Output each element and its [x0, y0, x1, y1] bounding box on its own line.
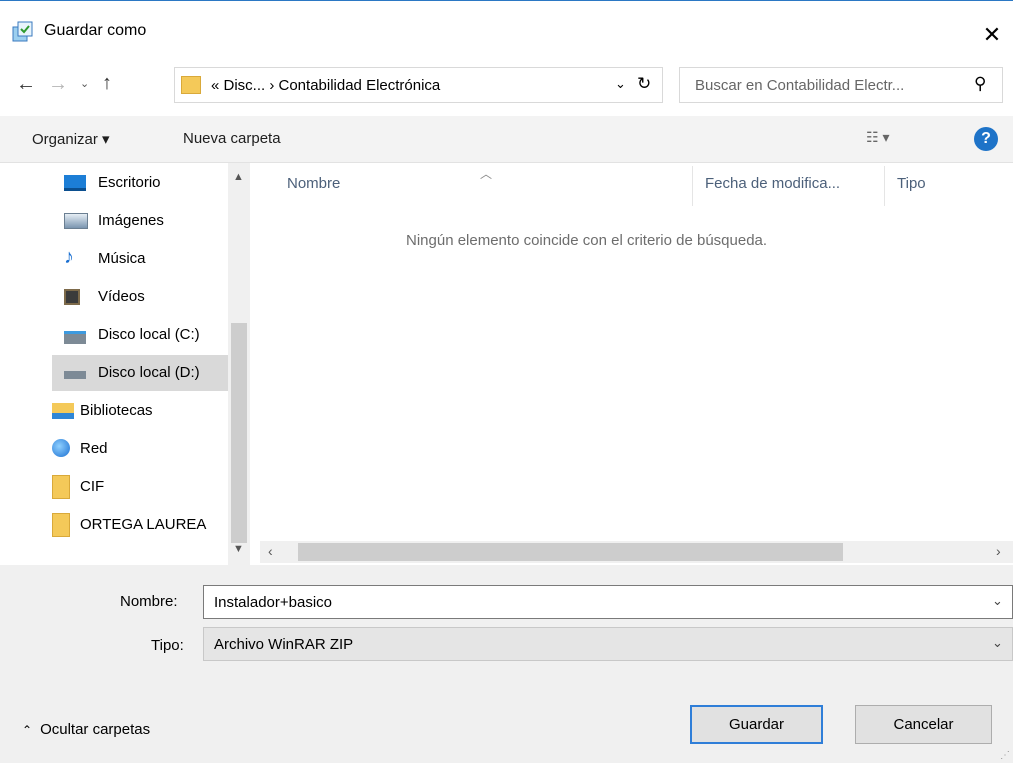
pictures-icon [64, 213, 88, 229]
scroll-left-icon[interactable]: ‹ [268, 543, 273, 559]
file-type-label: Tipo: [151, 637, 184, 654]
sidebar-item-label: Disco local (C:) [98, 326, 200, 343]
scroll-right-icon[interactable]: › [996, 543, 1001, 559]
sidebar-item-label: Disco local (D:) [98, 364, 200, 381]
navigation-pane[interactable]: Escritorio Imágenes ♪ Música Vídeos Disc… [0, 163, 250, 565]
folder-icon [181, 76, 201, 94]
sidebar-item-disco-c[interactable]: Disco local (C:) [52, 317, 228, 353]
save-options-panel: Nombre: ⌄ Tipo: Archivo WinRAR ZIP ⌄ ⌃ Oc… [0, 565, 1013, 763]
hide-folders-button[interactable]: ⌃ Ocultar carpetas [22, 721, 150, 738]
sort-ascending-icon: ︿ [480, 167, 493, 181]
chevron-down-icon: ▾ [882, 129, 890, 145]
file-list-horizontal-scrollbar[interactable]: ‹ › [260, 541, 1013, 563]
title-bar: Guardar como ✕ [0, 0, 1013, 63]
search-input[interactable] [680, 68, 975, 102]
address-bar[interactable]: « Disc... › Contabilidad Electrónica ⌄ ↻ [174, 67, 663, 103]
drive-c-icon [64, 331, 86, 344]
scrollbar-thumb[interactable] [231, 323, 247, 543]
new-folder-button[interactable]: Nueva carpeta [183, 130, 281, 147]
up-arrow-icon: ↑ [102, 72, 112, 94]
sidebar-item-imagenes[interactable]: Imágenes [52, 203, 228, 239]
sidebar-item-cif[interactable]: CIF [0, 469, 228, 505]
recent-locations-button[interactable]: ⌄ [80, 77, 89, 90]
change-view-button[interactable]: ☷ ▾ [866, 129, 889, 146]
resize-grip-icon[interactable]: ⋰ [1000, 750, 1010, 761]
search-box[interactable]: ⚲ [679, 67, 1003, 103]
close-button[interactable]: ✕ [972, 15, 1012, 55]
scroll-up-icon[interactable]: ▲ [233, 171, 244, 183]
sidebar-item-label: Red [80, 440, 108, 457]
cancel-button[interactable]: Cancelar [855, 705, 992, 744]
sidebar-item-label: Imágenes [98, 212, 164, 229]
file-name-label: Nombre: [120, 593, 178, 610]
file-type-select[interactable]: Archivo WinRAR ZIP ⌄ [203, 627, 1013, 661]
folder-icon [52, 513, 70, 537]
save-button[interactable]: Guardar [690, 705, 823, 744]
videos-icon [64, 289, 80, 305]
sidebar-item-red[interactable]: Red [0, 431, 228, 467]
desktop-icon [64, 175, 86, 191]
view-details-icon: ☷ [866, 129, 879, 145]
address-dropdown-button[interactable]: ⌄ [615, 76, 626, 92]
sidebar-item-label: Escritorio [98, 174, 161, 191]
column-divider[interactable] [884, 166, 885, 206]
chevron-down-icon: ⌄ [80, 78, 90, 90]
folder-icon [52, 475, 70, 499]
music-icon: ♪ [64, 246, 74, 268]
close-icon: ✕ [982, 22, 1002, 47]
file-name-combobox[interactable]: ⌄ [203, 585, 1013, 619]
save-dialog-icon [12, 21, 34, 47]
column-header-type[interactable]: Tipo [897, 175, 926, 192]
libraries-icon [52, 403, 74, 419]
refresh-button[interactable]: ↻ [637, 74, 651, 94]
sidebar-item-ortega-laurea[interactable]: ORTEGA LAUREA [0, 507, 228, 543]
column-divider[interactable] [692, 166, 693, 206]
forward-arrow-icon: → [48, 73, 68, 95]
sidebar-item-bibliotecas[interactable]: Bibliotecas [0, 393, 228, 429]
sidebar-item-label: ORTEGA LAUREA [80, 516, 207, 533]
navigation-pane-scrollbar[interactable]: ▲ ▼ [228, 163, 250, 565]
up-button[interactable]: ↑ [102, 72, 112, 95]
scroll-down-icon[interactable]: ▼ [233, 543, 244, 555]
help-button[interactable]: ? [974, 127, 998, 151]
sidebar-item-label: CIF [80, 478, 105, 495]
sidebar-item-label: Bibliotecas [80, 402, 153, 419]
organize-menu-button[interactable]: Organizar ▾ [32, 130, 110, 148]
back-arrow-icon: ← [16, 73, 36, 95]
sidebar-item-label: Vídeos [98, 288, 145, 305]
window-title: Guardar como [44, 22, 147, 39]
column-header-name[interactable]: Nombre [287, 175, 340, 192]
search-icon[interactable]: ⚲ [974, 74, 986, 94]
refresh-icon: ↻ [637, 74, 652, 93]
chevron-down-icon: ⌄ [615, 76, 626, 91]
breadcrumb[interactable]: « Disc... › Contabilidad Electrónica [211, 77, 440, 94]
file-name-input[interactable] [204, 586, 984, 618]
network-icon [52, 439, 70, 457]
sidebar-item-label: Música [98, 250, 146, 267]
chevron-down-icon[interactable]: ⌄ [992, 635, 1003, 651]
drive-d-icon [64, 371, 86, 379]
sidebar-item-videos[interactable]: Vídeos [52, 279, 228, 315]
sidebar-item-disco-d[interactable]: Disco local (D:) [52, 355, 228, 391]
sidebar-item-escritorio[interactable]: Escritorio [52, 165, 228, 201]
file-type-value: Archivo WinRAR ZIP [214, 636, 354, 653]
command-bar: Organizar ▾ Nueva carpeta ☷ ▾ ? [0, 116, 1013, 163]
chevron-down-icon[interactable]: ⌄ [992, 593, 1003, 609]
back-button[interactable]: ← [16, 73, 36, 96]
scrollbar-thumb[interactable] [298, 543, 843, 561]
sidebar-item-musica[interactable]: ♪ Música [52, 241, 228, 277]
hide-folders-label: Ocultar carpetas [40, 721, 151, 738]
column-header-date[interactable]: Fecha de modifica... [705, 175, 840, 192]
chevron-up-icon: ⌃ [22, 723, 33, 737]
forward-button[interactable]: → [48, 73, 68, 96]
help-icon: ? [981, 130, 991, 147]
empty-results-message: Ningún elemento coincide con el criterio… [406, 232, 768, 249]
